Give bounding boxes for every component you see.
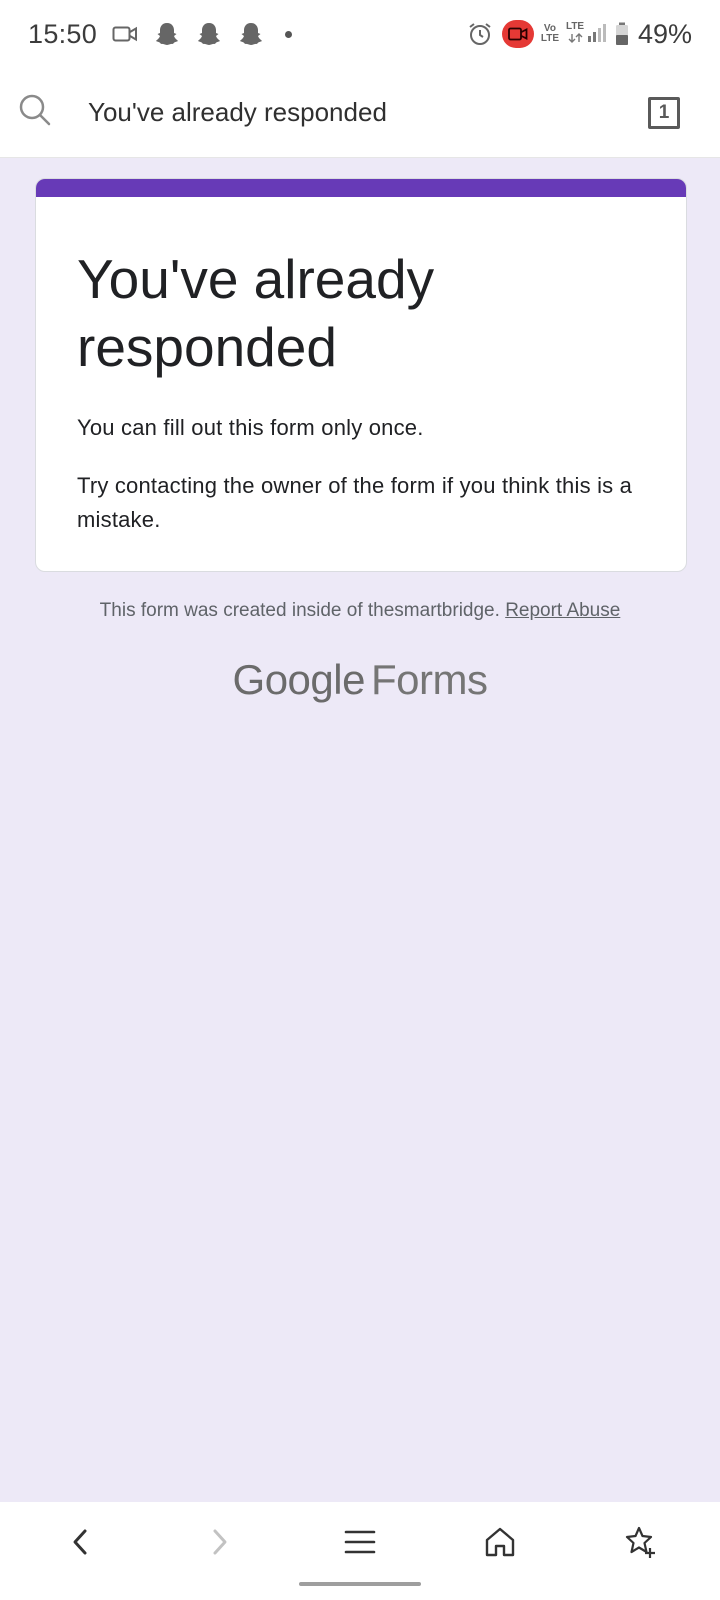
screen-record-icon: [501, 20, 534, 48]
forward-icon: [209, 1527, 231, 1562]
card-body: You've already responded You can fill ou…: [36, 197, 686, 537]
message-contact-owner: Try contacting the owner of the form if …: [77, 473, 633, 532]
volte-icon: Vo LTE: [540, 23, 560, 44]
battery-percent: 49%: [637, 18, 692, 49]
footer-note: This form was created inside of thesmart…: [0, 600, 720, 622]
report-abuse-link[interactable]: Report Abuse: [505, 600, 620, 621]
tabs-button[interactable]: 1: [648, 96, 680, 129]
logo-google-text: Google: [232, 656, 366, 703]
home-icon: [484, 1526, 516, 1563]
page-title: You've already responded: [77, 248, 435, 378]
menu-icon: [344, 1530, 376, 1559]
menu-button[interactable]: [325, 1509, 395, 1579]
search-button[interactable]: [0, 68, 70, 158]
bookmark-add-icon: [623, 1525, 657, 1564]
footer-created-text: This form was created inside of thesmart…: [99, 600, 500, 621]
status-time: 15:50: [28, 18, 98, 49]
snapchat-icon: [153, 20, 181, 48]
browser-toolbar: You've already responded 1: [0, 68, 720, 158]
alarm-icon: [466, 20, 494, 48]
battery-icon: [614, 20, 630, 48]
card-accent-bar: [36, 179, 686, 197]
logo-forms-text: Forms: [370, 656, 488, 703]
snapchat-icon: [195, 20, 223, 48]
home-indicator[interactable]: [299, 1582, 421, 1586]
snapchat-icon: [237, 20, 265, 48]
address-bar[interactable]: You've already responded: [88, 97, 648, 128]
search-icon: [18, 93, 52, 132]
google-forms-logo[interactable]: Google Forms: [0, 656, 720, 704]
form-card: You've already responded You can fill ou…: [35, 178, 687, 572]
back-icon: [69, 1527, 91, 1562]
back-button[interactable]: [45, 1509, 115, 1579]
video-camera-icon: [111, 20, 139, 48]
notification-dot-icon: [285, 30, 293, 38]
message-once: You can fill out this form only once.: [77, 415, 424, 440]
bookmark-add-button[interactable]: [605, 1509, 675, 1579]
forward-button[interactable]: [185, 1509, 255, 1579]
home-button[interactable]: [465, 1509, 535, 1579]
lte-signal-icon: LTE: [566, 20, 606, 48]
status-bar: 15:50 Vo LTE LTE 49%: [0, 0, 720, 68]
